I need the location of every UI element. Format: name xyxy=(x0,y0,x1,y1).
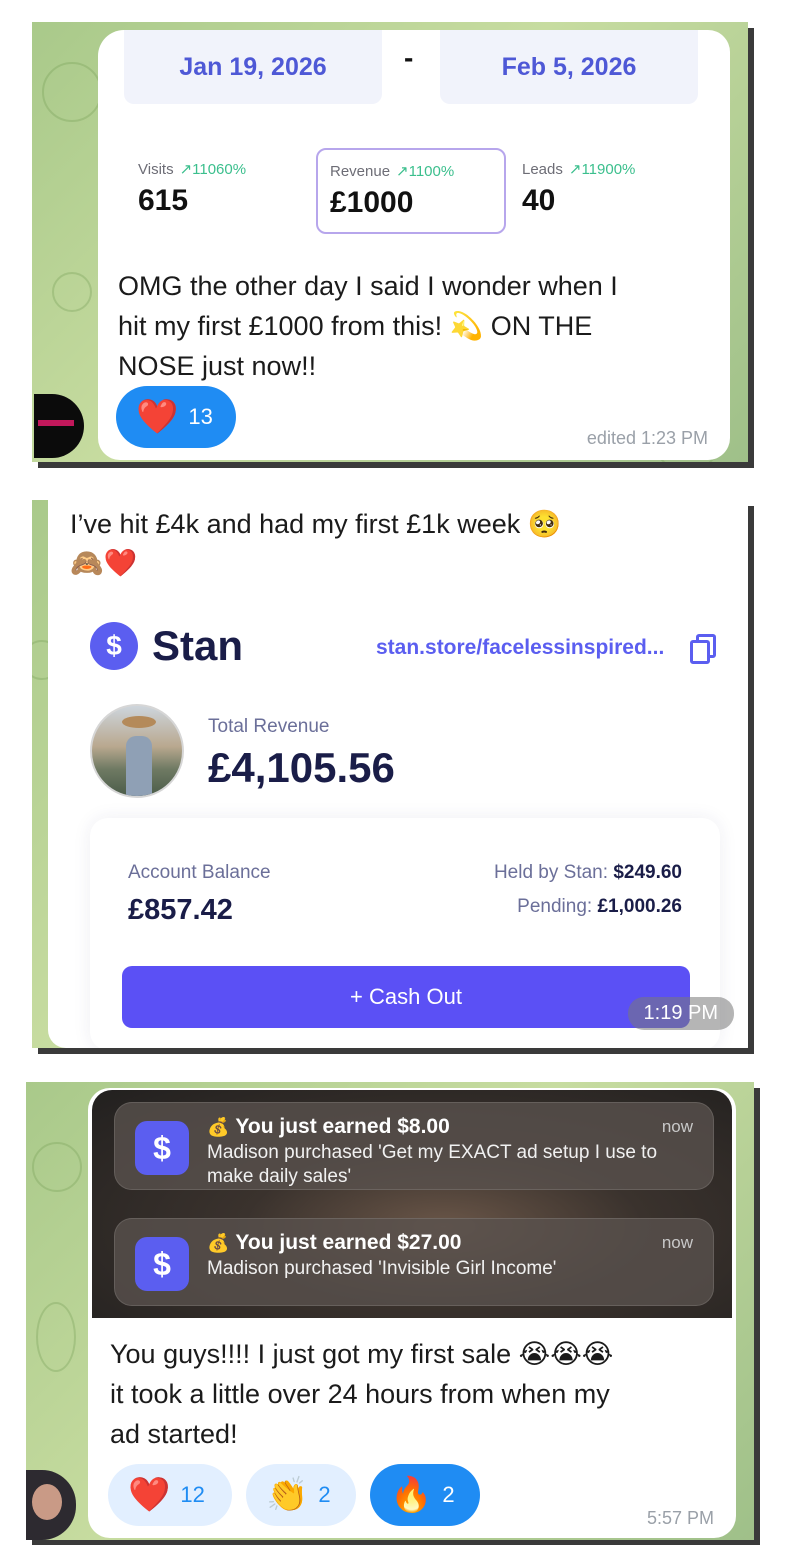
dollar-icon: $ xyxy=(153,1129,171,1166)
notification-time: now xyxy=(661,1117,693,1136)
message-line: OMG the other day I said I wonder when I xyxy=(118,271,618,301)
sender-avatar[interactable] xyxy=(34,394,84,458)
hat-shape xyxy=(122,716,156,728)
reaction-heart-button[interactable]: ❤️ 12 xyxy=(108,1464,232,1526)
chat-screenshot-3: $ 💰 You just earned $8.00 Madison purchas… xyxy=(26,1082,754,1540)
brand-name: Stan xyxy=(152,622,244,669)
background-doodle xyxy=(52,272,92,312)
dollar-icon: $ xyxy=(153,1245,171,1282)
message-line: NOSE just now!! xyxy=(118,351,317,381)
background-doodle xyxy=(36,1302,76,1372)
stat-revenue-label-row: Revenue ↗1100% xyxy=(330,162,454,180)
notification-title: 💰 You just earned $8.00 xyxy=(207,1115,450,1139)
message-text: OMG the other day I said I wonder when I… xyxy=(118,266,718,386)
message-bubble: I’ve hit £4k and had my first £1k week 🥺… xyxy=(48,500,748,1048)
copy-icon[interactable] xyxy=(690,634,716,664)
money-bag-icon: 💰 xyxy=(207,1233,230,1254)
stat-value: £1000 xyxy=(330,186,414,219)
avatar-face xyxy=(32,1484,62,1520)
dollar-icon: $ xyxy=(106,630,122,661)
chat-screenshot-2: I’ve hit £4k and had my first £1k week 🥺… xyxy=(32,500,748,1048)
fire-icon: 🔥 xyxy=(390,1475,433,1515)
message-text: You guys!!!! I just got my first sale 😭😭… xyxy=(110,1334,720,1454)
reaction-count: 13 xyxy=(188,404,213,429)
stan-logo-icon: $ xyxy=(90,622,138,670)
heart-icon: ❤️ xyxy=(136,397,179,437)
message-timestamp: 1:19 PM xyxy=(627,997,734,1030)
message-line: ad started! xyxy=(110,1419,238,1449)
message-line: 🙈❤️ xyxy=(70,548,138,579)
notification-screenshot-photo: $ 💰 You just earned $8.00 Madison purchas… xyxy=(92,1090,732,1318)
message-line: hit my first £1000 from this! 💫 ON THE xyxy=(118,311,593,341)
avatar-logo-mark xyxy=(38,420,74,426)
date-range-end[interactable]: Feb 5, 2026 xyxy=(440,30,698,104)
background-doodle xyxy=(42,62,102,122)
stan-app-icon: $ xyxy=(135,1237,189,1291)
notification-title-text: You just earned $8.00 xyxy=(235,1115,450,1138)
reaction-count: 2 xyxy=(318,1482,331,1507)
clap-icon: 👏 xyxy=(266,1475,309,1515)
stat-value: 40 xyxy=(522,184,556,217)
notification-time: now xyxy=(661,1233,693,1252)
reaction-count: 2 xyxy=(442,1482,455,1507)
reaction-clap-button[interactable]: 👏 2 xyxy=(246,1464,356,1526)
stat-leads-label-row: Leads ↗11900% xyxy=(522,160,635,178)
message-bubble: Jan 19, 2026 - Feb 5, 2026 Visits ↗11060%… xyxy=(98,30,730,460)
chat-screenshot-1: Jan 19, 2026 - Feb 5, 2026 Visits ↗11060%… xyxy=(32,22,748,462)
trend-up-change: ↗11060% xyxy=(179,161,247,178)
store-url-link[interactable]: stan.store/facelessinspired... xyxy=(376,636,664,660)
stat-visits[interactable]: Visits ↗11060% 615 xyxy=(126,148,316,234)
account-balance-value: £857.42 xyxy=(128,894,233,926)
profile-avatar xyxy=(90,704,184,798)
stat-revenue[interactable]: Revenue ↗1100% £1000 xyxy=(316,148,506,234)
held-by-stan: Held by Stan: $249.60 xyxy=(494,862,682,884)
stat-label: Leads xyxy=(522,161,563,178)
pending-balance: Pending: £1,000.26 xyxy=(517,896,682,918)
held-label: Held by Stan: xyxy=(493,862,609,883)
trend-up-change: ↗1100% xyxy=(396,163,455,180)
message-timestamp: edited 1:23 PM xyxy=(586,428,708,448)
background-doodle xyxy=(32,1142,82,1192)
sender-avatar[interactable] xyxy=(26,1470,76,1540)
notification-title-text: You just earned $27.00 xyxy=(235,1231,462,1254)
stan-app-icon: $ xyxy=(135,1121,189,1175)
message-text: I’ve hit £4k and had my first £1k week 🥺… xyxy=(70,504,730,584)
message-line: You guys!!!! I just got my first sale 😭😭… xyxy=(110,1339,614,1369)
cash-out-button[interactable]: + Cash Out xyxy=(122,966,690,1028)
notification-body: Madison purchased 'Get my EXACT ad setup… xyxy=(207,1142,658,1187)
date-start-text: Jan 19, 2026 xyxy=(179,52,327,81)
pending-value: £1,000.26 xyxy=(597,896,682,917)
stat-label: Visits xyxy=(138,161,174,178)
money-bag-icon: 💰 xyxy=(207,1117,230,1138)
account-balance-label: Account Balance xyxy=(128,862,271,883)
stat-label: Revenue xyxy=(330,163,391,180)
total-revenue-value: £4,105.56 xyxy=(208,744,395,791)
date-range-separator: - xyxy=(404,42,414,73)
earning-notification[interactable]: $ 💰 You just earned $27.00 Madison purcha… xyxy=(114,1218,714,1306)
person-figure xyxy=(126,736,152,796)
pending-label: Pending: xyxy=(517,896,593,917)
date-range-start[interactable]: Jan 19, 2026 xyxy=(124,30,382,104)
heart-icon: ❤️ xyxy=(128,1475,171,1515)
trend-up-change: ↗11900% xyxy=(568,161,636,178)
notification-body: Madison purchased 'Invisible Girl Income… xyxy=(207,1258,557,1279)
reaction-count: 12 xyxy=(180,1482,205,1507)
stat-value: 615 xyxy=(138,184,189,217)
balance-card: Account Balance £857.42 Held by Stan: $2… xyxy=(90,818,720,1048)
stat-visits-label-row: Visits ↗11060% xyxy=(138,160,246,178)
stat-leads[interactable]: Leads ↗11900% 40 xyxy=(510,148,700,234)
reaction-fire-button[interactable]: 🔥 2 xyxy=(370,1464,480,1526)
earning-notification[interactable]: $ 💰 You just earned $8.00 Madison purchas… xyxy=(114,1102,714,1190)
message-line: it took a little over 24 hours from when… xyxy=(110,1379,610,1409)
total-revenue-label: Total Revenue xyxy=(208,716,330,737)
notification-title: 💰 You just earned $27.00 xyxy=(207,1231,461,1255)
message-line: I’ve hit £4k and had my first £1k week 🥺 xyxy=(70,509,562,539)
reaction-heart-button[interactable]: ❤️ 13 xyxy=(116,386,236,448)
date-end-text: Feb 5, 2026 xyxy=(501,52,637,81)
message-timestamp: 5:57 PM xyxy=(646,1508,714,1528)
held-value: $249.60 xyxy=(613,862,682,883)
message-bubble: $ 💰 You just earned $8.00 Madison purchas… xyxy=(88,1088,736,1538)
